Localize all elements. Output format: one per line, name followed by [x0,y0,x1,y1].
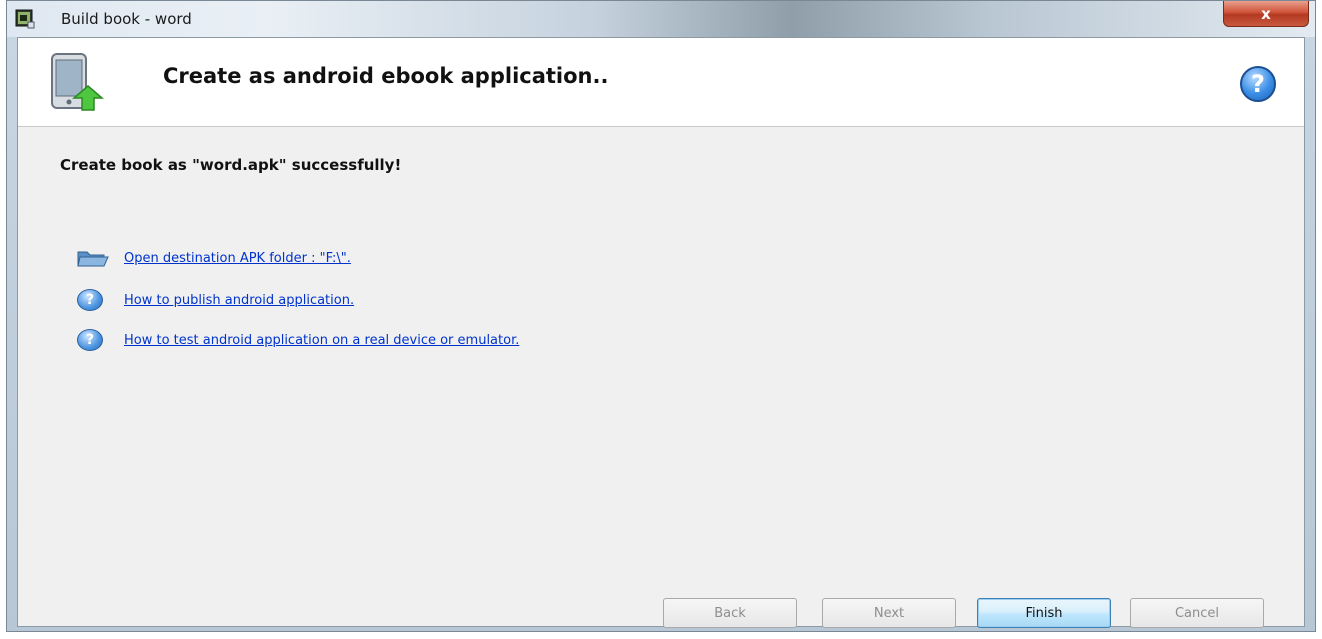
publish-android-link[interactable]: How to publish android application. [124,293,354,308]
help-icon: ? [77,289,103,311]
wizard-header: Create as android ebook application.. ? [18,38,1304,127]
test-help-row: ? How to test android application on a r… [74,328,519,352]
wizard-client-area: Create as android ebook application.. ? … [17,37,1305,628]
help-icon: ? [1251,70,1265,98]
open-folder-row: Open destination APK folder : "F:\". [74,246,351,270]
wizard-title: Create as android ebook application.. [163,64,609,88]
close-button[interactable]: x [1223,1,1309,27]
title-bar[interactable]: Build book - word x [7,1,1315,37]
help-button[interactable]: ? [1240,66,1276,102]
wizard-window: Build book - word x Create as android eb… [6,0,1316,632]
publish-help-row: ? How to publish android application. [74,288,354,312]
close-icon: x [1261,4,1271,23]
open-destination-folder-link[interactable]: Open destination APK folder : "F:\". [124,251,351,266]
test-android-link[interactable]: How to test android application on a rea… [124,333,519,348]
cancel-button[interactable]: Cancel [1130,598,1264,628]
folder-icon [77,251,109,267]
next-button[interactable]: Next [822,598,956,628]
app-icon [15,9,35,29]
android-phone-icon [51,53,105,111]
success-message: Create book as "word.apk" successfully! [60,156,402,174]
finish-button[interactable]: Finish [977,598,1111,628]
help-icon: ? [77,329,103,351]
back-button[interactable]: Back [663,598,797,628]
window-title: Build book - word [61,10,192,28]
